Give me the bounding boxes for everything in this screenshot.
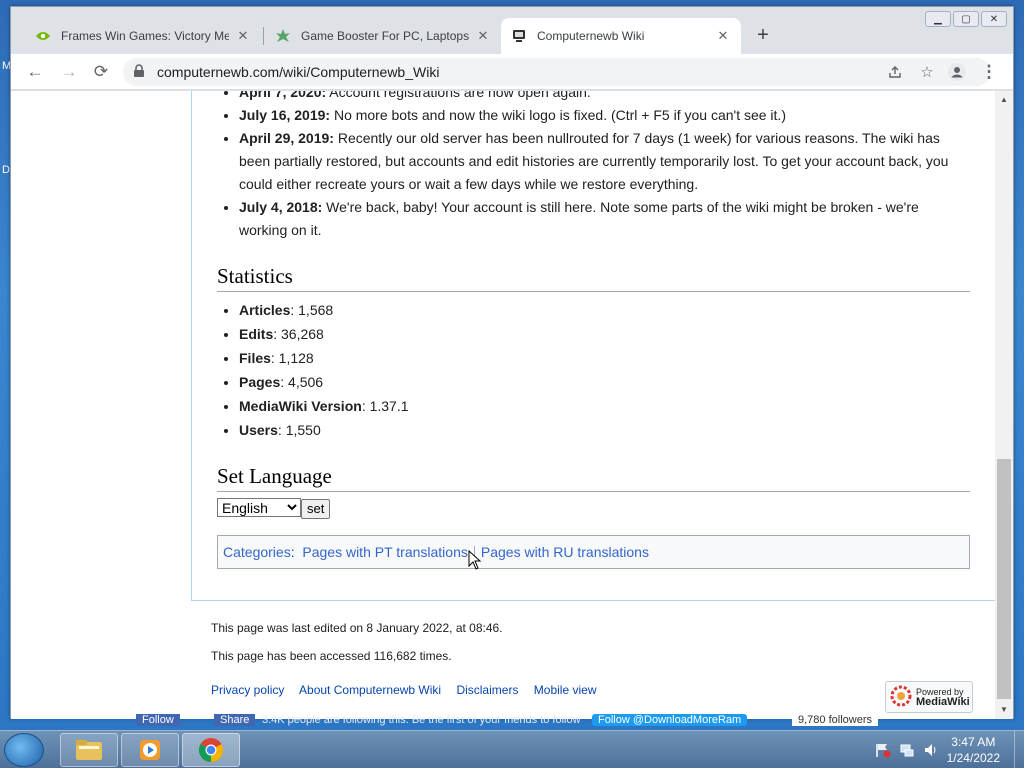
tab-frames-win-games[interactable]: Frames Win Games: Victory Mea ✕: [25, 18, 261, 54]
maximize-icon[interactable]: ▢: [953, 11, 979, 27]
set-language-button[interactable]: set: [301, 498, 331, 519]
categories-link[interactable]: Categories: [223, 544, 291, 560]
clock-time: 3:47 AM: [951, 735, 996, 749]
lock-icon: [133, 64, 149, 80]
browser-window: Frames Win Games: Victory Mea ✕ Game Boo…: [10, 6, 1014, 719]
tab-computernewb-wiki[interactable]: Computernewb Wiki ✕: [501, 18, 741, 54]
last-edited-text: This page was last edited on 8 January 2…: [211, 621, 503, 635]
privacy-policy-link[interactable]: Privacy policy: [211, 683, 284, 697]
facebook-followers-text: 3.4K people are following this. Be the f…: [262, 714, 581, 726]
vertical-scrollbar[interactable]: ▲ ▼: [995, 91, 1013, 719]
facebook-follow-button[interactable]: Follow: [136, 714, 180, 726]
back-icon[interactable]: ←: [23, 60, 47, 84]
wiki-content-area: April 7, 2020: Account registrations are…: [191, 91, 995, 601]
browser-toolbar: ← → ⟳ computernewb.com/wiki/Computernewb…: [11, 54, 1013, 90]
social-strip: Follow Share 3.4K people are following t…: [136, 714, 896, 730]
category-pt-translations[interactable]: Pages with PT translations: [302, 544, 468, 560]
set-language-heading: Set Language: [217, 464, 970, 492]
category-ru-translations[interactable]: Pages with RU translations: [481, 544, 649, 560]
scroll-down-arrow-icon[interactable]: ▼: [999, 705, 1009, 715]
news-list: April 7, 2020: Account registrations are…: [239, 91, 970, 242]
powered-by-mediawiki-badge[interactable]: Powered by MediaWiki: [885, 681, 973, 713]
stat-item: Pages: 4,506: [239, 370, 970, 394]
bookmark-star-icon[interactable]: ☆: [917, 62, 937, 82]
page-footer: This page was last edited on 8 January 2…: [211, 621, 609, 697]
news-item: April 7, 2020: Account registrations are…: [239, 91, 970, 104]
facebook-share-button[interactable]: Share: [214, 714, 256, 726]
nvidia-icon: [35, 28, 51, 44]
close-icon[interactable]: ✕: [235, 28, 251, 44]
statistics-list: Articles: 1,568 Edits: 36,268 Files: 1,1…: [239, 298, 970, 442]
stat-item: Files: 1,128: [239, 346, 970, 370]
page-views-text: This page has been accessed 116,682 time…: [211, 649, 452, 663]
language-form: English set: [217, 498, 970, 519]
news-item: July 4, 2018: We're back, baby! Your acc…: [239, 196, 970, 242]
share-icon[interactable]: [885, 62, 905, 82]
tab-title: Game Booster For PC, Laptops | F: [301, 29, 469, 43]
page-content: April 7, 2020: Account registrations are…: [11, 91, 995, 719]
tab-game-booster[interactable]: Game Booster For PC, Laptops | F ✕: [265, 18, 501, 54]
tab-divider: [263, 27, 264, 45]
close-icon[interactable]: ✕: [475, 28, 491, 44]
scroll-up-arrow-icon[interactable]: ▲: [999, 95, 1009, 105]
footer-links: Privacy policy About Computernewb Wiki D…: [211, 683, 609, 697]
system-tray: 3:47 AM 1/24/2022: [875, 731, 1024, 768]
volume-icon[interactable]: [923, 742, 939, 758]
desktop-icon-label-d: D: [2, 164, 10, 176]
scrollbar-thumb[interactable]: [997, 459, 1011, 699]
action-center-flag-icon[interactable]: [875, 742, 891, 758]
mobile-view-link[interactable]: Mobile view: [534, 683, 597, 697]
stat-item: Articles: 1,568: [239, 298, 970, 322]
chrome-taskbar-icon[interactable]: [182, 733, 240, 767]
window-controls: ▁ ▢ ✕: [923, 11, 1007, 27]
close-window-icon[interactable]: ✕: [981, 11, 1007, 27]
close-icon[interactable]: ✕: [715, 28, 731, 44]
category-links: Categories: Pages with PT translations Pa…: [217, 534, 970, 569]
about-link[interactable]: About Computernewb Wiki: [299, 683, 441, 697]
menu-kebab-icon[interactable]: ⋮: [977, 60, 1001, 84]
stat-item: Edits: 36,268: [239, 322, 970, 346]
badge-text: Powered by MediaWiki: [916, 687, 970, 708]
language-select[interactable]: English: [217, 498, 301, 517]
news-item: July 16, 2019: No more bots and now the …: [239, 104, 970, 127]
url-text: computernewb.com/wiki/Computernewb_Wiki: [157, 64, 440, 80]
twitter-follow-button[interactable]: Follow @DownloadMoreRam: [592, 714, 748, 726]
forward-icon[interactable]: →: [57, 60, 81, 84]
system-clock[interactable]: 3:47 AM 1/24/2022: [947, 734, 1000, 766]
start-button[interactable]: [4, 733, 44, 767]
show-desktop-button[interactable]: [1014, 731, 1024, 768]
profile-avatar-icon[interactable]: [945, 60, 969, 84]
tab-title: Computernewb Wiki: [537, 29, 645, 43]
twitter-followers-count: 9,780 followers: [792, 714, 878, 726]
stat-item: Users: 1,550: [239, 418, 970, 442]
mediawiki-flower-icon: [890, 685, 912, 710]
disclaimers-link[interactable]: Disclaimers: [456, 683, 518, 697]
tab-strip: Frames Win Games: Victory Mea ✕ Game Boo…: [11, 7, 1013, 59]
network-icon[interactable]: [899, 742, 915, 758]
clock-date: 1/24/2022: [946, 751, 1000, 765]
taskbar: 3:47 AM 1/24/2022: [0, 730, 1024, 768]
address-bar[interactable]: computernewb.com/wiki/Computernewb_Wiki …: [123, 58, 991, 86]
tab-title: Frames Win Games: Victory Mea: [61, 29, 229, 43]
reload-icon[interactable]: ⟳: [89, 60, 113, 84]
new-tab-button[interactable]: +: [751, 23, 775, 47]
mouse-cursor-icon: [468, 550, 482, 570]
media-player-icon[interactable]: [121, 733, 179, 767]
file-explorer-icon[interactable]: [60, 733, 118, 767]
computernewb-icon: [511, 28, 527, 44]
minimize-icon[interactable]: ▁: [925, 11, 951, 27]
news-item: April 29, 2019: Recently our old server …: [239, 127, 970, 196]
stat-item: MediaWiki Version: 1.37.1: [239, 394, 970, 418]
game-booster-icon: [275, 28, 291, 44]
statistics-heading: Statistics: [217, 264, 970, 292]
